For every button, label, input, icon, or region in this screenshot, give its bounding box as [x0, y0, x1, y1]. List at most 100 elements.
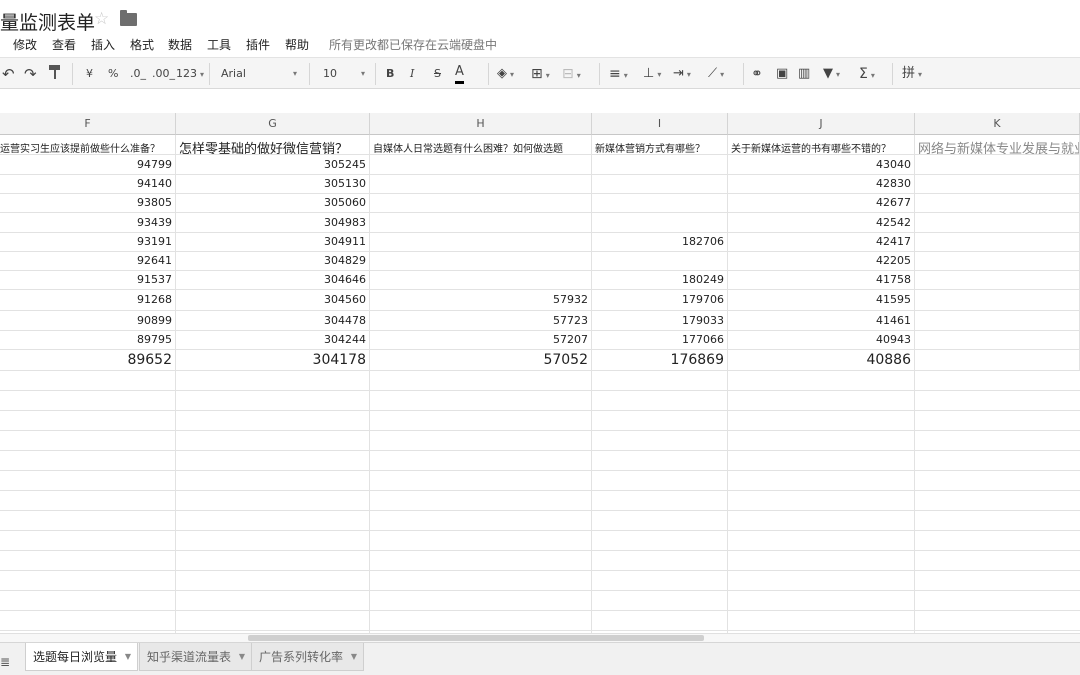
merge-cells-icon[interactable]: ⊟ [562, 64, 581, 84]
column-header-f[interactable]: F [0, 113, 176, 135]
cell-header-h[interactable]: 自媒体人日常选题有什么困难？如何做选题 [370, 135, 592, 155]
cell-i9[interactable]: 179033 [592, 311, 728, 331]
menu-data[interactable]: 数据 [168, 36, 192, 53]
cell-h10[interactable]: 57207 [370, 331, 592, 350]
cell-f3[interactable]: 93805 [0, 194, 176, 213]
cell-f7[interactable]: 91537 [0, 271, 176, 290]
font-family-dropdown[interactable]: Arial ▾ [221, 64, 299, 84]
cell-k1[interactable] [915, 155, 1080, 175]
cell-j11[interactable]: 40886 [728, 350, 915, 371]
functions-button[interactable]: Σ [859, 64, 875, 84]
cell-j3[interactable]: 42677 [728, 194, 915, 213]
scrollbar-thumb[interactable] [248, 635, 704, 641]
cell-f4[interactable]: 93439 [0, 213, 176, 233]
cell-i11[interactable]: 176869 [592, 350, 728, 371]
paint-format-icon[interactable] [48, 64, 62, 84]
cell-g10[interactable]: 304244 [176, 331, 370, 350]
input-tools-button[interactable]: 拼 [902, 64, 922, 84]
insert-chart-icon[interactable]: ▥ [798, 64, 810, 84]
cell-f8[interactable]: 91268 [0, 290, 176, 311]
cell-g11[interactable]: 304178 [176, 350, 370, 371]
cell-j10[interactable]: 40943 [728, 331, 915, 350]
cell-j1[interactable]: 43040 [728, 155, 915, 175]
cell-h9[interactable]: 57723 [370, 311, 592, 331]
sheet-tab-zhihu[interactable]: 知乎渠道流量表 ▼ [139, 643, 253, 671]
chevron-down-icon[interactable]: ▼ [239, 643, 245, 671]
cell-k10[interactable] [915, 331, 1080, 350]
cell-h1[interactable] [370, 155, 592, 175]
more-formats-dropdown[interactable]: 123 [176, 64, 204, 84]
chevron-down-icon[interactable]: ▼ [351, 643, 357, 671]
cell-h8[interactable]: 57932 [370, 290, 592, 311]
cell-i10[interactable]: 177066 [592, 331, 728, 350]
cell-g2[interactable]: 305130 [176, 175, 370, 194]
redo-icon[interactable]: ↷ [24, 64, 37, 84]
cell-header-j[interactable]: 关于新媒体运营的书有哪些不错的？ [728, 135, 915, 155]
menu-insert[interactable]: 插入 [91, 36, 115, 53]
sheet-tab-daily-views[interactable]: 选题每日浏览量 ▼ [25, 643, 139, 671]
cell-f10[interactable]: 89795 [0, 331, 176, 350]
column-header-j[interactable]: J [728, 113, 915, 135]
cell-f5[interactable]: 93191 [0, 233, 176, 252]
italic-button[interactable]: I [410, 64, 414, 84]
menu-addons[interactable]: 插件 [246, 36, 270, 53]
font-size-dropdown[interactable]: 10 ▾ [323, 64, 367, 84]
cell-k7[interactable] [915, 271, 1080, 290]
text-rotate-icon[interactable]: ⟋ [708, 64, 724, 84]
cell-header-k[interactable]: 网络与新媒体专业发展与就业 [915, 135, 1080, 155]
column-header-h[interactable]: H [370, 113, 592, 135]
all-sheets-icon[interactable]: ≣ [0, 655, 10, 669]
cell-f9[interactable]: 90899 [0, 311, 176, 331]
cell-i6[interactable] [592, 252, 728, 271]
percent-button[interactable]: % [108, 64, 118, 84]
cell-h7[interactable] [370, 271, 592, 290]
cell-g7[interactable]: 304646 [176, 271, 370, 290]
cell-k5[interactable] [915, 233, 1080, 252]
align-left-icon[interactable]: ≡ [609, 64, 628, 84]
cell-f11[interactable]: 89652 [0, 350, 176, 371]
cell-j2[interactable]: 42830 [728, 175, 915, 194]
cell-j5[interactable]: 42417 [728, 233, 915, 252]
cell-g5[interactable]: 304911 [176, 233, 370, 252]
currency-button[interactable]: ¥ [86, 64, 93, 84]
undo-icon[interactable]: ↶ [2, 64, 15, 84]
cell-g4[interactable]: 304983 [176, 213, 370, 233]
star-icon[interactable]: ☆ [94, 9, 109, 29]
cell-h3[interactable] [370, 194, 592, 213]
insert-comment-icon[interactable]: ▣ [776, 64, 788, 84]
cell-header-g[interactable]: 怎样零基础的做好微信营销？ [176, 135, 370, 155]
empty-grid-area[interactable] [0, 371, 1080, 633]
strikethrough-button[interactable]: S [434, 64, 441, 84]
text-color-button[interactable]: A [455, 64, 464, 84]
cell-i5[interactable]: 182706 [592, 233, 728, 252]
chevron-down-icon[interactable]: ▼ [125, 643, 131, 671]
cell-i4[interactable] [592, 213, 728, 233]
horizontal-scrollbar[interactable] [0, 633, 1080, 642]
decrease-decimal-button[interactable]: .0_ [130, 64, 146, 84]
cell-h4[interactable] [370, 213, 592, 233]
menu-help[interactable]: 帮助 [285, 36, 309, 53]
sheet-tab-ad-conversion[interactable]: 广告系列转化率 ▼ [251, 643, 365, 671]
cell-j7[interactable]: 41758 [728, 271, 915, 290]
cell-header-f[interactable]: 运营实习生应该提前做些什么准备？ [0, 135, 176, 155]
menu-tools[interactable]: 工具 [207, 36, 231, 53]
column-header-k[interactable]: K [915, 113, 1080, 135]
filter-icon[interactable]: ▼ [823, 64, 840, 84]
increase-decimal-button[interactable]: .00_ [152, 64, 175, 84]
cell-h6[interactable] [370, 252, 592, 271]
column-header-g[interactable]: G [176, 113, 370, 135]
cell-k4[interactable] [915, 213, 1080, 233]
vertical-align-icon[interactable]: ⊥ [643, 64, 661, 84]
fill-color-icon[interactable]: ◈ [497, 64, 514, 84]
bold-button[interactable]: B [386, 64, 394, 84]
cell-i2[interactable] [592, 175, 728, 194]
cell-j8[interactable]: 41595 [728, 290, 915, 311]
folder-icon[interactable] [120, 10, 137, 26]
cell-g3[interactable]: 305060 [176, 194, 370, 213]
cell-k6[interactable] [915, 252, 1080, 271]
document-title[interactable]: 量监测表单 [0, 8, 95, 35]
cell-h5[interactable] [370, 233, 592, 252]
cell-g1[interactable]: 305245 [176, 155, 370, 175]
cell-f1[interactable]: 94799 [0, 155, 176, 175]
column-header-i[interactable]: I [592, 113, 728, 135]
